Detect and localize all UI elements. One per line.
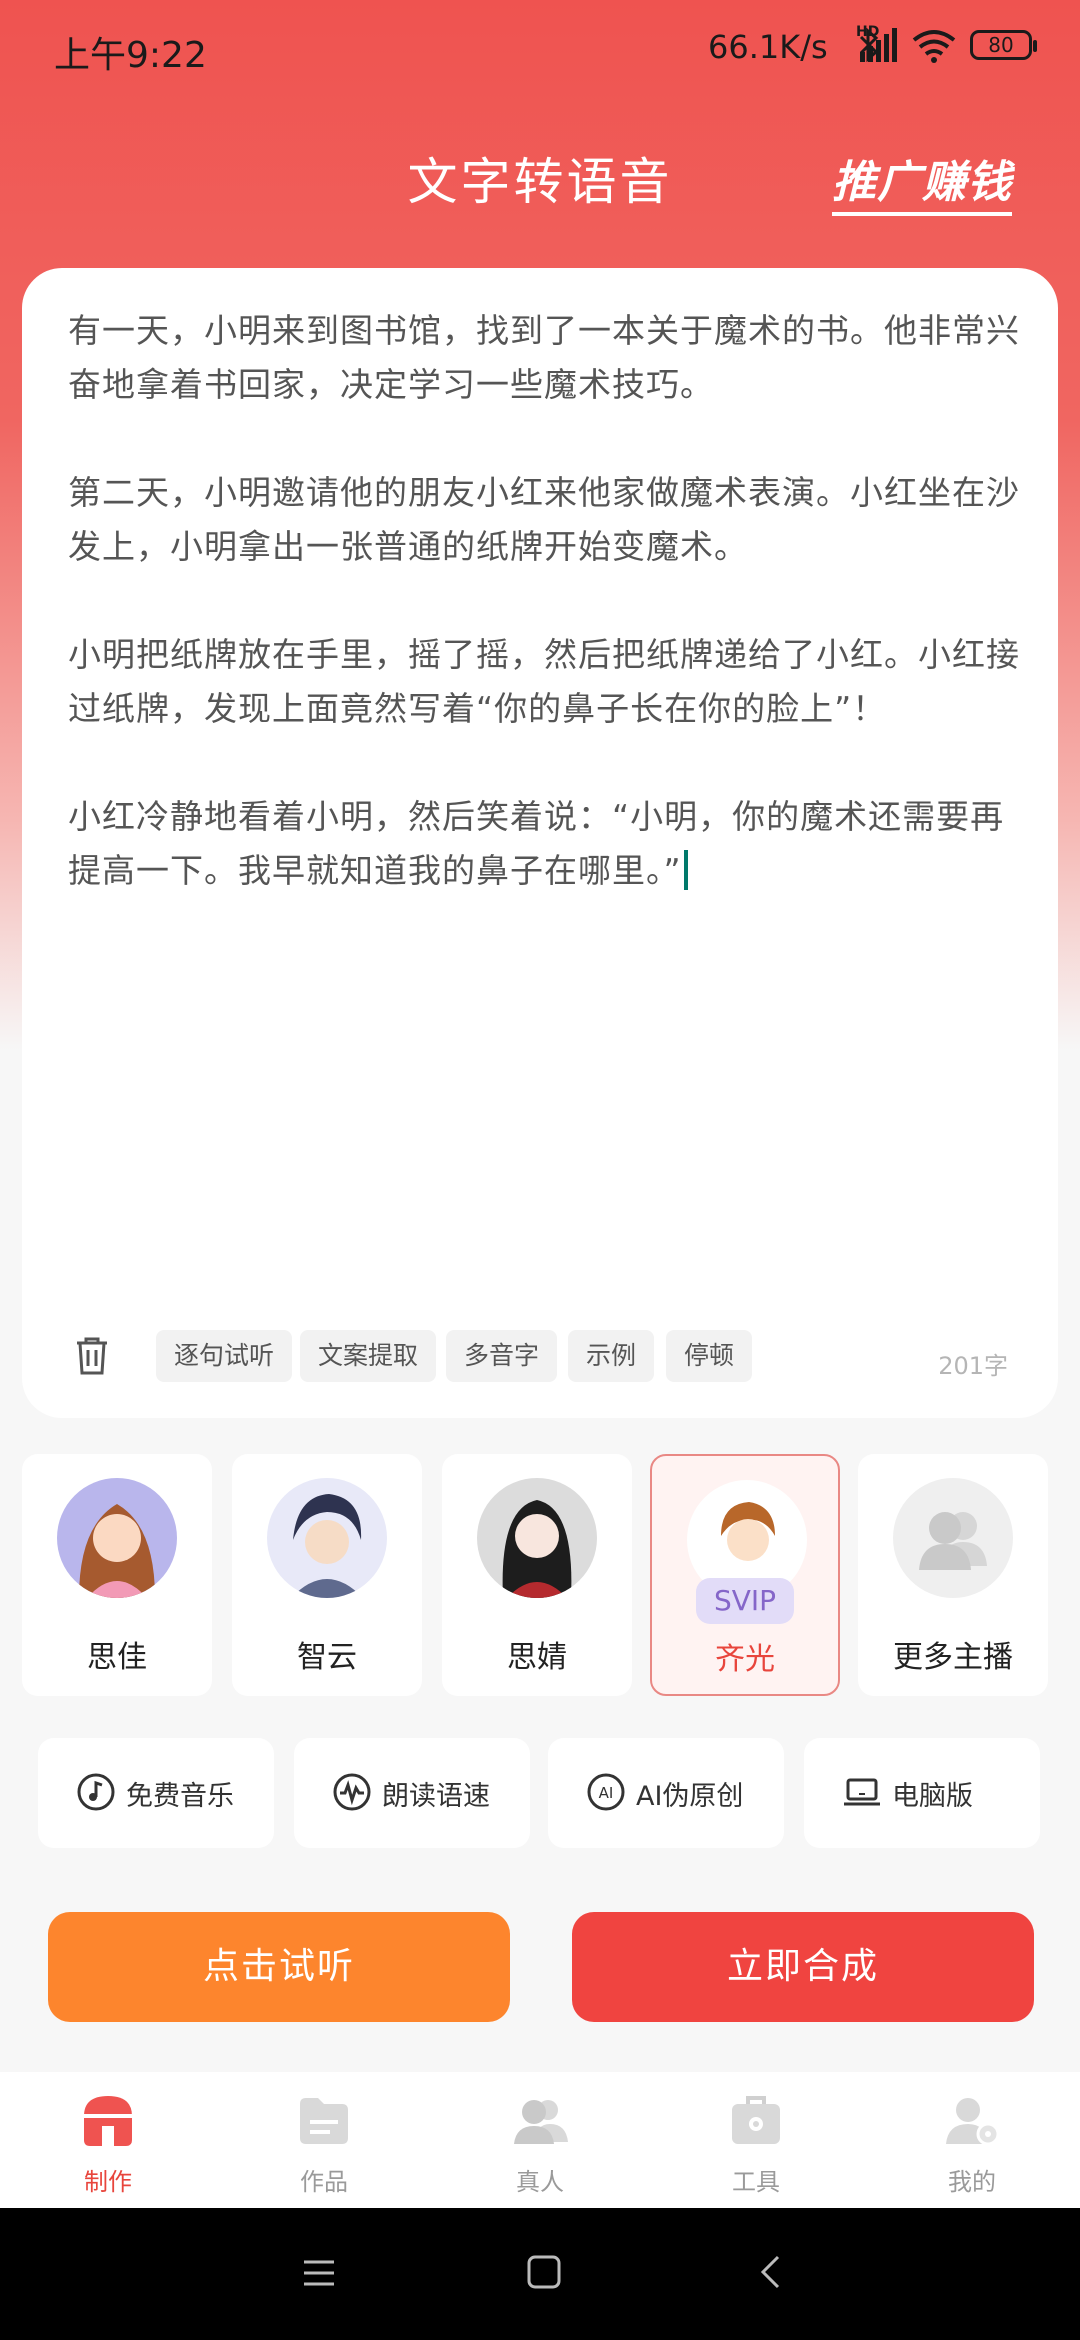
svip-badge: SVIP — [696, 1578, 794, 1624]
paragraph: 小明把纸牌放在手里，摇了摇，然后把纸牌递给了小红。小红接过纸牌，发现上面竟然写着… — [68, 635, 1020, 728]
bottom-nav: 制作 作品 真人 工具 我的 — [0, 2072, 1080, 2208]
nav-human[interactable]: 真人 — [432, 2072, 648, 2208]
nav-mine[interactable]: 我的 — [864, 2072, 1080, 2208]
home-icon[interactable] — [526, 2254, 562, 2294]
laptop-icon — [842, 1772, 882, 1816]
voice-card-sijing[interactable]: 思婧 — [442, 1454, 632, 1696]
avatar — [477, 1478, 597, 1598]
ai-rewrite-button[interactable]: AI AI伪原创 — [548, 1738, 784, 1848]
chip-sentence-preview[interactable]: 逐句试听 — [156, 1330, 293, 1382]
avatar — [267, 1478, 387, 1598]
nav-label: 制作 — [84, 2168, 132, 2196]
wifi-icon — [912, 28, 956, 68]
paragraph: 有一天，小明来到图书馆，找到了一本关于魔术的书。他非常兴奋地拿着书回家，决定学习… — [68, 311, 1020, 404]
nav-works[interactable]: 作品 — [216, 2072, 432, 2208]
desktop-version-button[interactable]: 电脑版 — [804, 1738, 1040, 1848]
tool-label: 电脑版 — [892, 1781, 973, 1812]
music-note-icon — [76, 1772, 116, 1816]
nav-make[interactable]: 制作 — [0, 2072, 216, 2208]
preview-button[interactable]: 点击试听 — [48, 1912, 510, 2022]
make-icon — [84, 2096, 132, 2146]
voice-card-more[interactable]: 更多主播 — [858, 1454, 1048, 1696]
more-voices-icon — [893, 1478, 1013, 1598]
system-nav-bar — [0, 2208, 1080, 2340]
voice-card-qiguang[interactable]: SVIP 齐光 — [650, 1454, 840, 1696]
trash-icon[interactable] — [74, 1336, 110, 1380]
synthesize-button[interactable]: 立即合成 — [572, 1912, 1034, 2022]
status-net-speed: 66.1K/s — [708, 28, 828, 66]
menu-icon[interactable] — [302, 2256, 336, 2294]
nav-label: 作品 — [300, 2168, 348, 2196]
battery-indicator: 80 — [970, 30, 1037, 60]
status-bar: 上午9:22 66.1K/s HD 80 — [0, 0, 1080, 96]
text-editor-card: 有一天，小明来到图书馆，找到了一本关于魔术的书。他非常兴奋地拿着书回家，决定学习… — [22, 268, 1058, 1418]
voice-name: 思佳 — [87, 1640, 147, 1675]
chip-polyphone[interactable]: 多音字 — [446, 1330, 558, 1382]
nav-label: 我的 — [948, 2168, 996, 2196]
paragraph-last: 小红冷静地看着小明，然后笑着说：“小明，你的魔术还需要再提高一下。我早就知道我的… — [68, 790, 1028, 898]
folder-icon — [300, 2098, 348, 2144]
promo-link[interactable]: 推广赚钱 — [832, 146, 1012, 216]
voice-name: 更多主播 — [893, 1640, 1013, 1675]
voice-card-sijia[interactable]: 思佳 — [22, 1454, 212, 1696]
ai-icon: AI — [586, 1772, 626, 1816]
tool-label: 朗读语速 — [382, 1781, 490, 1812]
voice-name: 齐光 — [715, 1642, 775, 1677]
chip-example[interactable]: 示例 — [568, 1330, 655, 1382]
nav-label: 真人 — [516, 2168, 564, 2196]
paragraph: 小红冷静地看着小明，然后笑着说：“小明，你的魔术还需要再提高一下。我早就知道我的… — [68, 797, 1005, 890]
voice-name: 智云 — [297, 1640, 357, 1675]
people-icon — [514, 2100, 568, 2144]
nav-tools[interactable]: 工具 — [648, 2072, 864, 2208]
free-music-button[interactable]: 免费音乐 — [38, 1738, 274, 1848]
avatar — [57, 1478, 177, 1598]
text-input-area[interactable]: 有一天，小明来到图书馆，找到了一本关于魔术的书。他非常兴奋地拿着书回家，决定学习… — [68, 304, 1028, 952]
text-caret — [683, 850, 688, 890]
voice-card-zhiyun[interactable]: 智云 — [232, 1454, 422, 1696]
chip-text-extract[interactable]: 文案提取 — [300, 1330, 437, 1382]
status-time: 上午9:22 — [54, 35, 207, 76]
char-count: 201字 — [938, 1352, 1008, 1380]
app-screen: 上午9:22 66.1K/s HD 80 文字转语音 推广赚钱 有一天，小明来到… — [0, 0, 1080, 2340]
svg-text:AI: AI — [599, 1784, 614, 1802]
nav-label: 工具 — [732, 2168, 780, 2196]
tool-label: 免费音乐 — [126, 1781, 234, 1812]
voice-name: 思婧 — [507, 1640, 567, 1675]
reading-speed-button[interactable]: 朗读语速 — [294, 1738, 530, 1848]
chip-pause[interactable]: 停顿 — [666, 1330, 753, 1382]
waveform-icon — [332, 1772, 372, 1816]
profile-icon — [946, 2098, 1000, 2146]
tool-label: AI伪原创 — [636, 1781, 744, 1812]
back-icon[interactable] — [758, 2254, 782, 2294]
paragraph: 第二天，小明邀请他的朋友小红来他家做魔术表演。小红坐在沙发上，小明拿出一张普通的… — [68, 473, 1020, 566]
toolbox-icon — [732, 2096, 780, 2144]
